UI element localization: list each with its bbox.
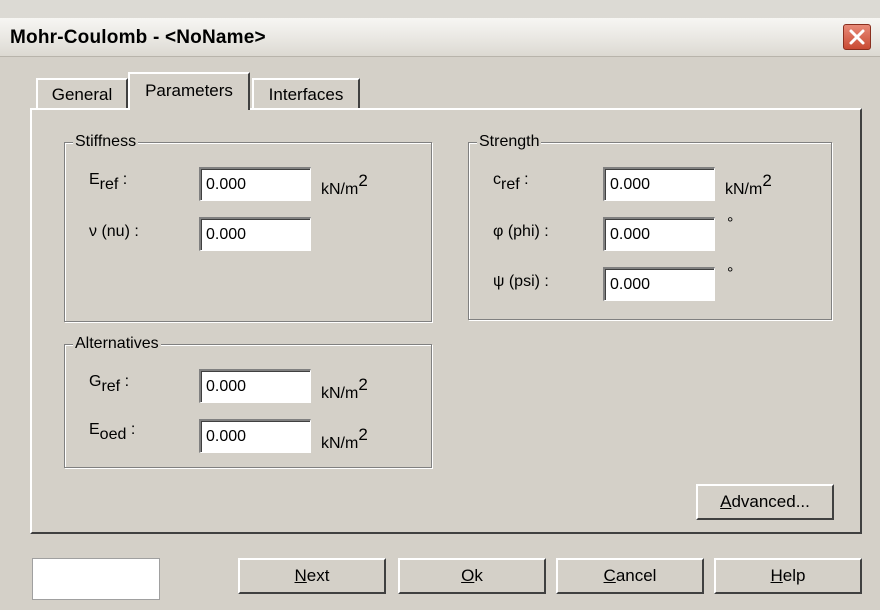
window-title: Mohr-Coulomb - <NoName> — [10, 27, 266, 48]
psi-unit: ° — [727, 265, 734, 282]
e-ref-unit: kN/m2 — [321, 171, 368, 198]
status-box — [32, 558, 160, 600]
e-oed-label: Eoed : — [89, 421, 136, 443]
close-icon — [849, 29, 865, 45]
psi-label: ψ (psi) : — [493, 273, 549, 290]
e-ref-input[interactable] — [199, 167, 311, 201]
title-bar: Mohr-Coulomb - <NoName> — [0, 18, 880, 57]
tab-interfaces[interactable]: Interfaces — [252, 78, 360, 108]
strength-group: Strength cref : kN/m2 φ (phi) : ° ψ (psi… — [468, 133, 832, 320]
c-ref-unit: kN/m2 — [725, 171, 772, 198]
c-ref-input[interactable] — [603, 167, 715, 201]
g-ref-label: Gref : — [89, 373, 130, 395]
g-ref-input[interactable] — [199, 369, 311, 403]
cancel-button[interactable]: Cancel — [556, 558, 704, 594]
next-button[interactable]: Next — [238, 558, 386, 594]
help-button[interactable]: Help — [714, 558, 862, 594]
advanced-button[interactable]: Advanced... — [696, 484, 834, 520]
close-button[interactable] — [843, 24, 871, 50]
nu-input[interactable] — [199, 217, 311, 251]
ok-button[interactable]: Ok — [398, 558, 546, 594]
alternatives-group: Alternatives Gref : kN/m2 Eoed : kN/m2 — [64, 335, 432, 468]
alternatives-legend: Alternatives — [73, 335, 161, 353]
psi-input[interactable] — [603, 267, 715, 301]
g-ref-unit: kN/m2 — [321, 375, 368, 402]
e-oed-input[interactable] — [199, 419, 311, 453]
e-ref-label: Eref : — [89, 171, 128, 193]
c-ref-label: cref : — [493, 171, 529, 193]
phi-label: φ (phi) : — [493, 223, 549, 240]
tab-parameters[interactable]: Parameters — [128, 72, 250, 110]
phi-input[interactable] — [603, 217, 715, 251]
parameters-panel: Stiffness Eref : kN/m2 ν (nu) : Strength… — [30, 108, 862, 534]
stiffness-legend: Stiffness — [73, 133, 139, 151]
stiffness-group: Stiffness Eref : kN/m2 ν (nu) : — [64, 133, 432, 322]
nu-label: ν (nu) : — [89, 223, 139, 240]
phi-unit: ° — [727, 215, 734, 232]
tab-general[interactable]: General — [36, 78, 128, 108]
top-strip — [0, 0, 880, 19]
strength-legend: Strength — [477, 133, 542, 151]
e-oed-unit: kN/m2 — [321, 425, 368, 452]
